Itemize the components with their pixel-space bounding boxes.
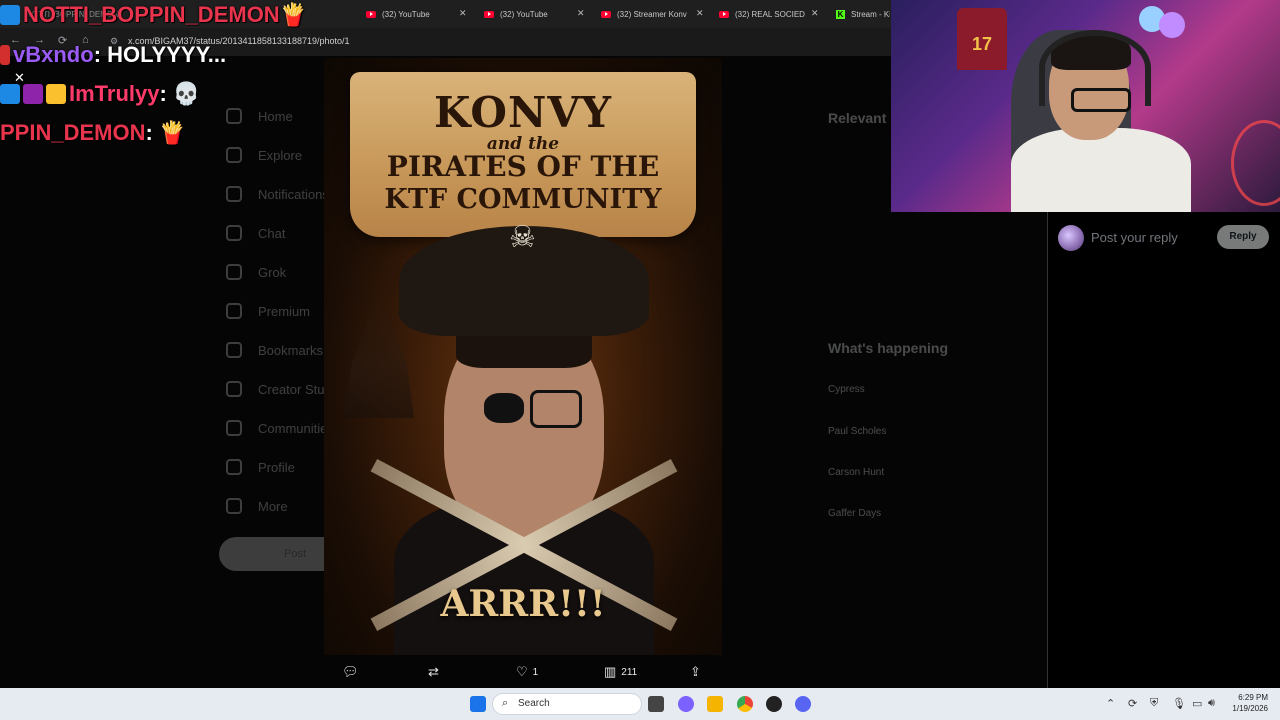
youtube-icon	[366, 10, 376, 18]
tab-streamer-konv[interactable]: (32) Streamer Konv	[601, 4, 693, 24]
grok-icon	[226, 264, 242, 280]
views-button[interactable]: ▥ 211	[604, 664, 637, 680]
repost-button[interactable]: ⇄	[428, 664, 439, 680]
kick-icon: K	[836, 9, 845, 19]
chat-message: NOTTI_BOPPIN_DEMON🍟	[0, 2, 307, 28]
tab-real-sociedad[interactable]: (32) REAL SOCIEDA	[719, 4, 805, 24]
close-tab-icon[interactable]: ✕	[696, 8, 704, 19]
tab-youtube-1[interactable]: (32) YouTube	[366, 4, 456, 24]
nav-communities[interactable]: Communities	[226, 420, 334, 436]
nav-grok[interactable]: Grok	[226, 264, 286, 280]
system-clock[interactable]: 6:29 PM 1/19/2026	[1226, 692, 1268, 714]
nav-notifications[interactable]: Notifications	[226, 186, 329, 202]
taskbar-search-label: Search	[518, 698, 550, 709]
like-button[interactable]: ♡ 1	[516, 664, 538, 680]
heart-icon: ♡	[516, 664, 528, 679]
chat-badge-icon	[0, 45, 10, 65]
tab-kick-stream[interactable]: K Stream - Ki	[836, 4, 890, 24]
tab-youtube-2[interactable]: (32) YouTube	[484, 4, 574, 24]
post-action-bar: 💬︎ ⇄ ♡ 1 ▥ 211 ⇪	[324, 660, 722, 684]
poster-title-ktf: KTF COMMUNITY	[384, 184, 662, 215]
repost-icon: ⇄	[428, 664, 439, 679]
youtube-icon	[484, 10, 494, 18]
home-icon	[226, 108, 242, 124]
crown-icon	[46, 84, 66, 104]
youtube-icon	[601, 10, 611, 18]
post-button-label: Post	[284, 548, 307, 560]
relevant-heading: Relevant	[828, 110, 887, 126]
display-icon[interactable]: ▭	[1192, 697, 1202, 710]
avatar	[1058, 225, 1084, 251]
whats-happening-heading: What's happening	[828, 340, 948, 356]
microphone-icon[interactable]: 🎙︎	[1172, 697, 1186, 710]
poster-tagline: ARRR!!!	[440, 583, 606, 625]
close-tab-icon[interactable]: ✕	[577, 8, 585, 19]
discord-icon[interactable]	[795, 696, 811, 712]
search-icon: ⌕	[502, 697, 509, 709]
poster-title-konvy: KONVY	[434, 88, 612, 137]
trend-item[interactable]: Cypress	[828, 384, 865, 395]
chat-message: vBxndo: HOLYYYY...	[0, 42, 226, 68]
x-logo-icon	[226, 303, 242, 319]
close-tab-icon[interactable]: ✕	[459, 8, 467, 19]
nav-profile[interactable]: Profile	[226, 459, 295, 475]
sync-icon[interactable]: ⟳	[1128, 697, 1137, 710]
nav-chat[interactable]: Chat	[226, 225, 285, 241]
skull-icon: ☠	[509, 221, 536, 254]
reply-input[interactable]: Post your reply	[1091, 230, 1178, 245]
trend-item[interactable]: Gaffer Days	[828, 508, 881, 519]
nav-premium[interactable]: Premium	[226, 303, 310, 319]
eyepatch	[484, 393, 524, 423]
poster-glasses	[530, 390, 582, 428]
balloon	[1159, 12, 1185, 38]
chat-badge-icon	[0, 84, 20, 104]
reply-panel	[1047, 212, 1280, 688]
reply-icon: 💬︎	[342, 664, 359, 679]
reply-button[interactable]: 💬︎	[342, 664, 359, 680]
file-explorer-icon[interactable]	[707, 696, 723, 712]
more-icon	[226, 498, 242, 514]
bookmark-icon	[226, 342, 242, 358]
creator-icon	[226, 381, 242, 397]
chat-message: PPIN_DEMON: 🍟	[0, 120, 187, 145]
reply-submit-button[interactable]: Reply	[1217, 225, 1269, 249]
trend-item[interactable]: Paul Scholes	[828, 426, 886, 437]
nav-home[interactable]: Home	[226, 108, 293, 124]
search-icon	[226, 147, 242, 163]
chat-badge-icon	[0, 5, 20, 25]
start-icon[interactable]	[470, 696, 486, 712]
neon-sign	[1231, 120, 1280, 206]
copilot-icon[interactable]	[678, 696, 694, 712]
poster-image: KONVY and the PIRATES OF THE KTF COMMUNI…	[324, 58, 722, 655]
trend-item[interactable]: Carson Hunt	[828, 467, 884, 478]
chat-message: ImTrulyy: 💀	[0, 81, 200, 107]
taskbar-search-box[interactable]	[492, 693, 642, 715]
share-button[interactable]: ⇪	[690, 664, 701, 680]
streamer-glasses	[1071, 88, 1131, 112]
views-icon: ▥	[604, 664, 617, 679]
jersey-number: 17	[972, 34, 993, 54]
webcam-overlay: 17	[891, 0, 1280, 212]
nav-explore[interactable]: Explore	[226, 147, 302, 163]
share-icon: ⇪	[690, 664, 701, 679]
nav-more[interactable]: More	[226, 498, 288, 514]
youtube-icon	[719, 10, 729, 18]
chat-badge-icon	[23, 84, 43, 104]
task-view-icon[interactable]	[648, 696, 664, 712]
streamer-body	[1011, 128, 1191, 212]
chevron-up-icon[interactable]: ⌃	[1106, 697, 1115, 710]
obs-icon[interactable]	[766, 696, 782, 712]
bell-icon	[226, 186, 242, 202]
security-icon[interactable]: ⛨	[1150, 697, 1158, 710]
profile-icon	[226, 459, 242, 475]
nav-bookmarks[interactable]: Bookmarks	[226, 342, 323, 358]
chat-icon	[226, 225, 242, 241]
communities-icon	[226, 420, 242, 436]
volume-icon[interactable]: 🔊︎	[1208, 697, 1215, 710]
poster-title-pirates: PIRATES OF THE	[386, 150, 660, 183]
chrome-icon[interactable]	[737, 696, 753, 712]
close-tab-icon[interactable]: ✕	[811, 8, 819, 19]
